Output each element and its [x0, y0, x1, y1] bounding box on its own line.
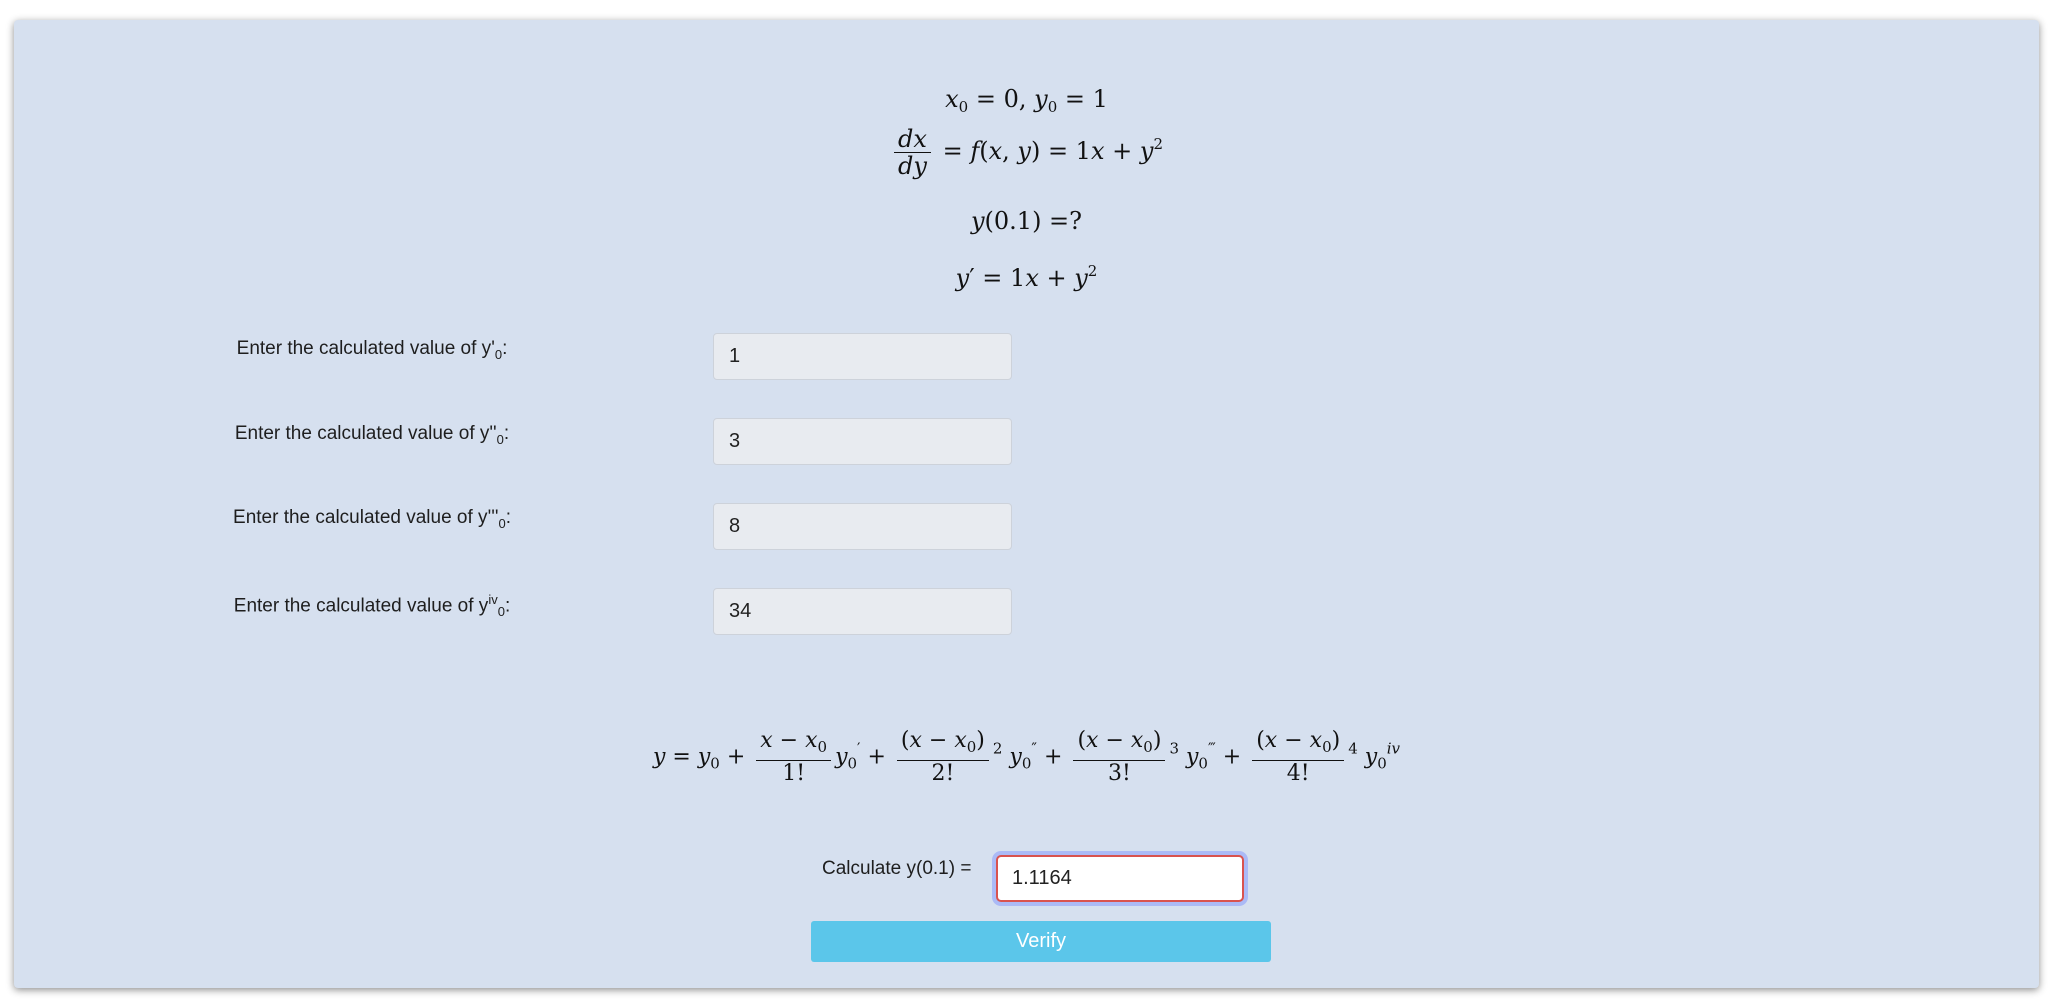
derivative-equation: y′ = 1x + y2: [955, 262, 1098, 292]
y-fourth-derivative-0-label: Enter the calculated value of yiv0:: [233, 592, 511, 620]
y-prime-0-label: Enter the calculated value of y'0:: [236, 338, 508, 362]
y-prime-0-input[interactable]: [713, 333, 1012, 380]
calculated-value-input[interactable]: [996, 855, 1244, 902]
y-double-prime-0-label: Enter the calculated value of y''0:: [234, 423, 510, 447]
calculate-label: Calculate y(0.1) =: [822, 858, 972, 879]
differential-equation: dx dy = f(x, y) = 1x + y2: [14, 126, 2039, 179]
target-equation: y(0.1) =?: [970, 207, 1083, 235]
y-fourth-derivative-0-input[interactable]: [713, 588, 1012, 635]
y-double-prime-0-input[interactable]: [713, 418, 1012, 465]
y-triple-prime-0-label: Enter the calculated value of y'''0:: [233, 507, 511, 531]
verify-button[interactable]: Verify: [811, 921, 1271, 962]
y-triple-prime-0-input[interactable]: [713, 503, 1012, 550]
initial-condition-equation: x0 = 0, y0 = 1: [945, 85, 1108, 116]
taylor-series-formula: y = y0 + x − x0 1! y0′ + (x − x0) 2! 2 y0″ +…: [652, 728, 1401, 786]
main-panel: x0 = 0, y0 = 1 dx dy = f(x, y) = 1x + y2 …: [14, 20, 2039, 988]
